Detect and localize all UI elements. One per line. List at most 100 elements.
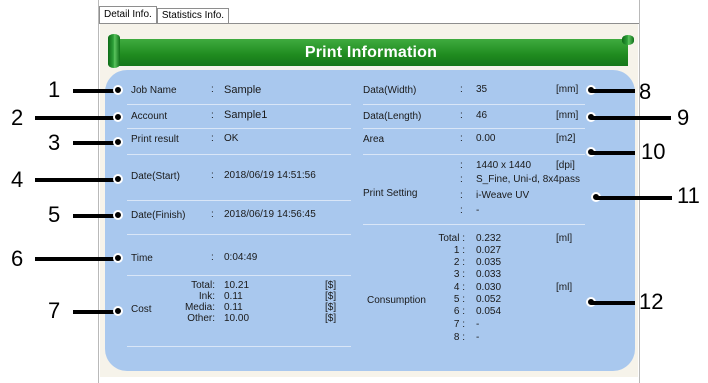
separator <box>127 234 351 235</box>
callout-line <box>73 214 118 218</box>
job-name-label: Job Name <box>131 85 177 96</box>
colon: : <box>211 133 214 144</box>
consumption-row-name: 3 : <box>453 269 465 280</box>
info-card: Job Name : Sample Account : Sample1 Prin… <box>105 70 635 371</box>
callout-line <box>73 310 118 314</box>
callout-5: 5 <box>48 202 61 227</box>
callout-1: 1 <box>48 77 61 102</box>
data-width-label: Data(Width) <box>363 85 417 96</box>
callout-dot <box>113 85 123 95</box>
area-label: Area <box>363 134 385 145</box>
job-name-value: Sample <box>224 84 262 96</box>
callout-line <box>35 116 118 120</box>
colon: : <box>211 209 214 220</box>
consumption-row-name: 1 : <box>453 245 465 256</box>
callout-line <box>591 301 635 305</box>
detail-panel: Print Information Job Name : Sample Acco… <box>100 24 638 377</box>
colon: : <box>460 110 463 121</box>
cost-row-value: 10.00 <box>224 313 250 324</box>
consumption-row-value: 0.027 <box>476 245 502 256</box>
print-setting-line: i-Weave UV <box>476 190 530 201</box>
callout-10: 10 <box>641 139 666 164</box>
print-setting-line: S_Fine, Uni-d, 8x4pass <box>476 174 580 185</box>
area-unit: [m2] <box>556 133 576 144</box>
cost-row-value: 10.21 <box>224 280 250 291</box>
data-length-unit: [mm] <box>556 110 579 121</box>
callout-8: 8 <box>639 79 652 104</box>
colon: : <box>460 133 463 144</box>
colon: : <box>211 110 214 121</box>
callout-12: 12 <box>639 289 664 314</box>
tab-strip: Detail Info. Statistics Info. <box>99 6 230 23</box>
callout-2: 2 <box>11 105 24 130</box>
date-start-label: Date(Start) <box>131 171 180 182</box>
account-label: Account <box>131 111 168 122</box>
callout-line <box>35 178 118 182</box>
colon: : <box>211 170 214 181</box>
callout-line <box>73 141 118 145</box>
colon: : <box>460 84 463 95</box>
colon: : <box>460 174 463 185</box>
consumption-row-value: 0.232 <box>476 233 502 244</box>
colon: : <box>211 84 214 95</box>
consumption-row-name: 5 : <box>453 294 465 305</box>
separator <box>127 128 351 129</box>
consumption-row-value: - <box>476 319 480 330</box>
callout-dot <box>113 253 123 263</box>
separator <box>127 346 351 347</box>
callout-7: 7 <box>48 298 61 323</box>
data-width-unit: [mm] <box>556 84 579 95</box>
callout-3: 3 <box>48 130 61 155</box>
consumption-row-name: 7 : <box>453 319 465 330</box>
separator <box>127 200 351 201</box>
callout-line <box>591 89 635 93</box>
colon: : <box>460 160 463 171</box>
callout-dot <box>113 112 123 122</box>
callout-dot <box>113 306 123 316</box>
callout-4: 4 <box>11 167 24 192</box>
print-result-label: Print result <box>131 134 179 145</box>
separator <box>127 275 351 276</box>
consumption-row-value: 0.052 <box>476 294 502 305</box>
print-info-window: Detail Info. Statistics Info. Print Info… <box>98 0 640 383</box>
tab-detail-info[interactable]: Detail Info. <box>99 6 157 23</box>
colon: : <box>460 190 463 201</box>
callout-dot <box>113 137 123 147</box>
consumption-row-name: 8 : <box>453 332 465 343</box>
data-width-value: 35 <box>476 84 488 95</box>
banner-title: Print Information <box>304 44 438 61</box>
data-length-value: 46 <box>476 110 488 121</box>
area-value: 0.00 <box>476 133 496 144</box>
consumption-row-name: 2 : <box>453 257 465 268</box>
separator <box>363 104 585 105</box>
print-setting-label: Print Setting <box>363 188 418 199</box>
callout-line <box>591 116 671 120</box>
cost-row-name: Media: <box>184 302 215 313</box>
cost-row-name: Total: <box>191 280 215 291</box>
cost-row-name: Ink: <box>198 291 215 302</box>
separator <box>363 224 585 225</box>
separator <box>363 128 585 129</box>
tab-statistics-info[interactable]: Statistics Info. <box>156 8 230 23</box>
callout-11: 11 <box>677 183 700 208</box>
cost-row-unit: [$] <box>325 302 337 313</box>
consumption-row-value: - <box>476 332 480 343</box>
consumption-row-name: 6 : <box>453 306 465 317</box>
date-start-value: 2018/06/19 14:51:56 <box>224 170 316 181</box>
separator <box>363 154 585 155</box>
callout-line <box>596 196 672 200</box>
callout-9: 9 <box>677 105 690 130</box>
print-information-banner: Print Information <box>108 34 634 68</box>
consumption-row-name: 4 : <box>453 282 465 293</box>
cost-row-value: 0.11 <box>224 302 243 313</box>
date-finish-value: 2018/06/19 14:56:45 <box>224 209 316 220</box>
consumption-row-value: 0.035 <box>476 257 502 268</box>
cost-row-unit: [$] <box>325 291 337 302</box>
account-value: Sample1 <box>224 109 268 121</box>
cost-row-value: 0.11 <box>224 291 243 302</box>
consumption-row-name: Total : <box>438 233 465 244</box>
cost-row-unit: [$] <box>325 280 337 291</box>
callout-line <box>35 257 118 261</box>
callout-line <box>73 89 118 93</box>
callout-6: 6 <box>11 246 24 271</box>
